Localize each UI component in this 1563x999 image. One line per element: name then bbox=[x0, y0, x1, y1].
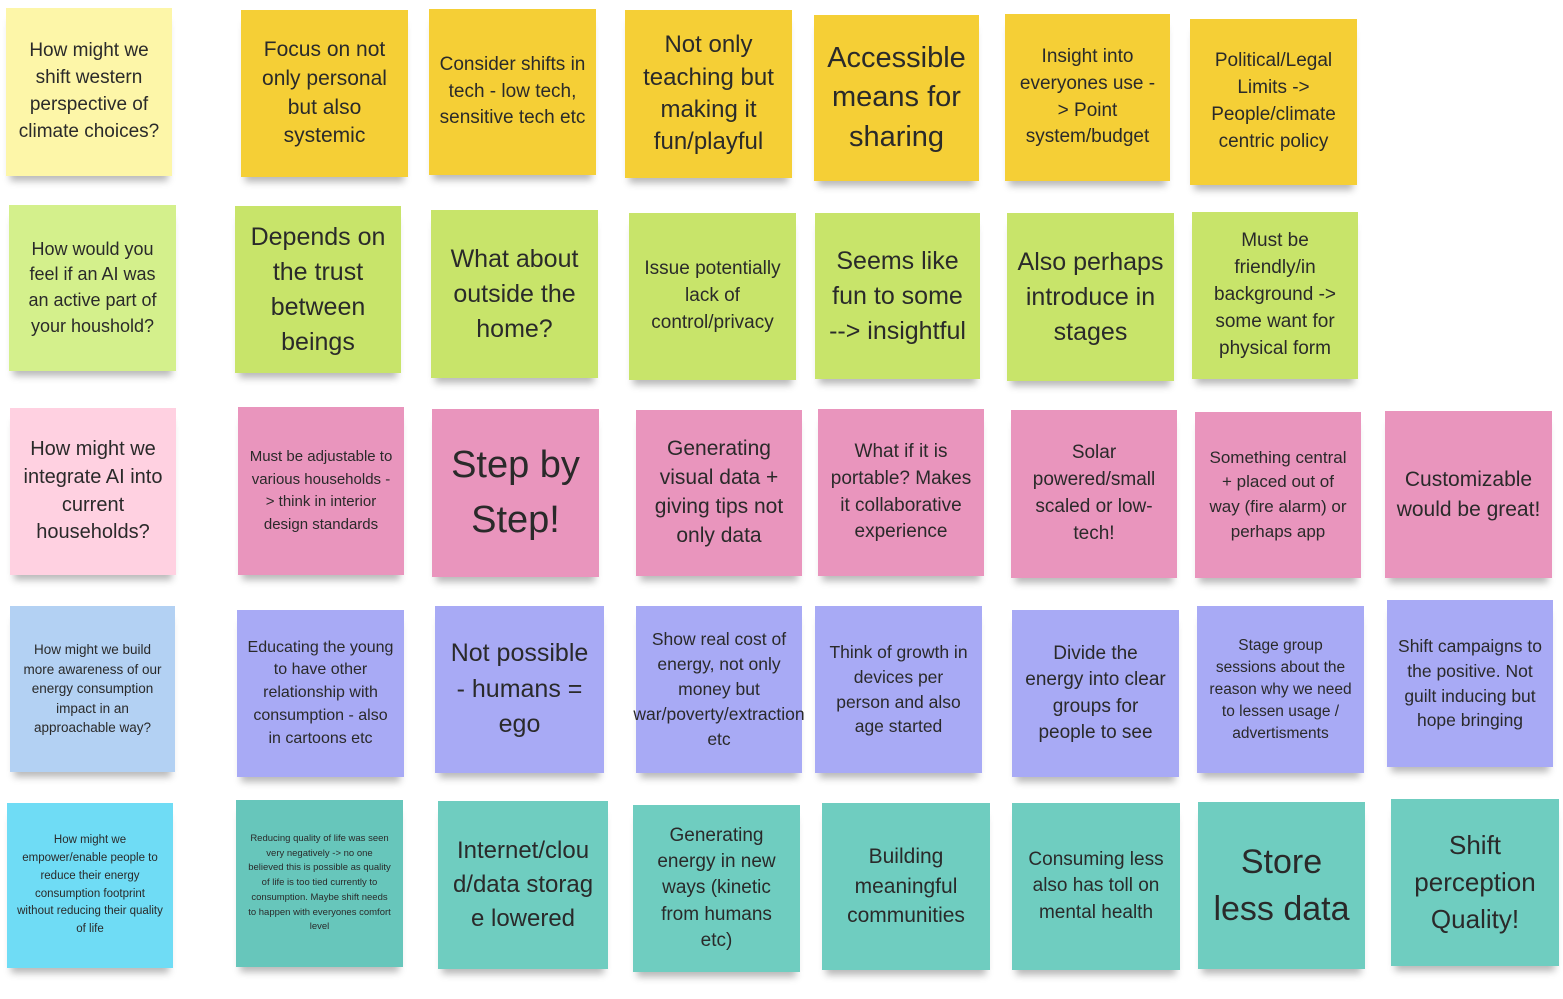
sticky-note-question[interactable]: How might we empower/enable people to re… bbox=[7, 803, 173, 968]
sticky-note-text: Customizable would be great! bbox=[1396, 467, 1541, 521]
sticky-note-question[interactable]: How might we integrate AI into current h… bbox=[10, 408, 176, 575]
sticky-note[interactable]: Stage group sessions about the reason wh… bbox=[1197, 606, 1364, 773]
sticky-note-text: Seems like fun to some --> insightful bbox=[829, 246, 966, 345]
sticky-note[interactable]: Reducing quality of life was seen very n… bbox=[236, 800, 403, 967]
sticky-note[interactable]: What if it is portable? Makes it collabo… bbox=[818, 409, 984, 576]
sticky-note-text: Shift campaigns to the positive. Not gui… bbox=[1398, 635, 1542, 731]
sticky-note[interactable]: Divide the energy into clear groups for … bbox=[1012, 610, 1179, 777]
sticky-note[interactable]: Issue potentially lack of control/privac… bbox=[629, 213, 796, 380]
sticky-note-text: Generating visual data + giving tips not… bbox=[654, 437, 784, 547]
sticky-note-text: Something central + placed out of way (f… bbox=[1209, 447, 1347, 541]
sticky-note[interactable]: Seems like fun to some --> insightful bbox=[815, 213, 980, 379]
sticky-note-text: What about outside the home? bbox=[450, 244, 579, 343]
sticky-note-text: Insight into everyones use -> Point syst… bbox=[1019, 45, 1156, 148]
sticky-note[interactable]: Shift campaigns to the positive. Not gui… bbox=[1387, 600, 1553, 767]
sticky-note[interactable]: Focus on not only personal but also syst… bbox=[241, 10, 408, 177]
sticky-note[interactable]: Step by Step! bbox=[432, 409, 599, 577]
sticky-note-text: Educating the young to have other relati… bbox=[247, 638, 394, 747]
sticky-note-text: Depends on the trust between beings bbox=[250, 222, 386, 356]
sticky-note[interactable]: Solar powered/small scaled or low-tech! bbox=[1011, 410, 1177, 578]
sticky-note-question[interactable]: How would you feel if an AI was an activ… bbox=[9, 205, 176, 371]
sticky-note-text: Consuming less also has toll on mental h… bbox=[1028, 849, 1164, 923]
sticky-note-text: Show real cost of energy, not only money… bbox=[633, 629, 805, 749]
sticky-note[interactable]: Not possible - humans = ego bbox=[435, 606, 604, 773]
sticky-note[interactable]: Must be friendly/in background -> some w… bbox=[1192, 212, 1358, 379]
sticky-note[interactable]: Insight into everyones use -> Point syst… bbox=[1005, 14, 1170, 181]
sticky-note[interactable]: Consuming less also has toll on mental h… bbox=[1012, 803, 1180, 970]
sticky-note-question[interactable]: How might we build more awareness of our… bbox=[10, 606, 175, 772]
sticky-note[interactable]: Must be adjustable to various households… bbox=[238, 407, 404, 575]
sticky-note-text: Internet/cloud/data storage lowered bbox=[452, 836, 594, 933]
sticky-note-question[interactable]: How might we shift western perspective o… bbox=[6, 8, 172, 176]
sticky-note[interactable]: Show real cost of energy, not only money… bbox=[633, 606, 805, 773]
sticky-note-text: How might we build more awareness of our… bbox=[23, 642, 162, 736]
sticky-note-text: Divide the energy into clear groups for … bbox=[1025, 643, 1166, 743]
sticky-note[interactable]: Internet/cloud/data storage lowered bbox=[438, 801, 608, 969]
sticky-note-text: Step by Step! bbox=[451, 443, 580, 541]
sticky-note-text: Solar powered/small scaled or low-tech! bbox=[1032, 442, 1156, 544]
sticky-note[interactable]: Educating the young to have other relati… bbox=[237, 610, 404, 777]
sticky-note-text: Also perhaps introduce in stages bbox=[1017, 247, 1164, 346]
sticky-note[interactable]: Also perhaps introduce in stages bbox=[1007, 213, 1174, 381]
sticky-note[interactable]: What about outside the home? bbox=[431, 210, 598, 378]
sticky-note[interactable]: Not only teaching but making it fun/play… bbox=[625, 10, 792, 178]
sticky-note-text: Stage group sessions about the reason wh… bbox=[1209, 636, 1352, 742]
sticky-note-text: Accessible means for sharing bbox=[827, 42, 966, 153]
sticky-note-text: How might we empower/enable people to re… bbox=[17, 834, 163, 936]
sticky-note-text: Must be friendly/in background -> some w… bbox=[1214, 230, 1336, 359]
sticky-note-text: How would you feel if an AI was an activ… bbox=[28, 238, 157, 336]
sticky-note[interactable]: Think of growth in devices per person an… bbox=[815, 606, 982, 773]
sticky-note[interactable]: Generating energy in new ways (kinetic f… bbox=[633, 805, 800, 972]
sticky-note-text: Building meaningful communities bbox=[847, 844, 965, 928]
sticky-note[interactable]: Consider shifts in tech - low tech, sens… bbox=[429, 9, 596, 175]
sticky-note[interactable]: Store less data bbox=[1198, 802, 1365, 969]
sticky-note[interactable]: Customizable would be great! bbox=[1385, 411, 1552, 578]
sticky-note[interactable]: Something central + placed out of way (f… bbox=[1195, 412, 1361, 578]
sticky-note[interactable]: Generating visual data + giving tips not… bbox=[636, 410, 802, 576]
sticky-note-text: Consider shifts in tech - low tech, sens… bbox=[439, 53, 586, 129]
sticky-note-text: Shift perception Quality! bbox=[1414, 830, 1536, 934]
sticky-note-text: Not only teaching but making it fun/play… bbox=[643, 31, 774, 156]
sticky-note-text: Not possible - humans = ego bbox=[450, 639, 589, 739]
sticky-note-text: How might we integrate AI into current h… bbox=[23, 438, 163, 544]
sticky-note-text: Must be adjustable to various households… bbox=[249, 448, 393, 533]
sticky-note-text: Issue potentially lack of control/privac… bbox=[644, 258, 781, 333]
sticky-note-text: Store less data bbox=[1213, 842, 1350, 928]
sticky-note-text: Focus on not only personal but also syst… bbox=[262, 37, 387, 148]
sticky-note[interactable]: Depends on the trust between beings bbox=[235, 206, 401, 373]
sticky-note-text: How might we shift western perspective o… bbox=[18, 40, 160, 142]
sticky-note[interactable]: Political/Legal Limits -> People/climate… bbox=[1190, 19, 1357, 185]
sticky-note-text: What if it is portable? Makes it collabo… bbox=[830, 440, 972, 543]
sticky-note-text: Think of growth in devices per person an… bbox=[829, 641, 968, 737]
sticky-note-text: Political/Legal Limits -> People/climate… bbox=[1211, 50, 1336, 152]
sticky-note[interactable]: Building meaningful communities bbox=[822, 803, 990, 970]
sticky-note[interactable]: Accessible means for sharing bbox=[814, 15, 979, 181]
sticky-note-text: Generating energy in new ways (kinetic f… bbox=[657, 824, 776, 951]
sticky-note-text: Reducing quality of life was seen very n… bbox=[248, 832, 391, 933]
sticky-note[interactable]: Shift perception Quality! bbox=[1391, 799, 1559, 966]
